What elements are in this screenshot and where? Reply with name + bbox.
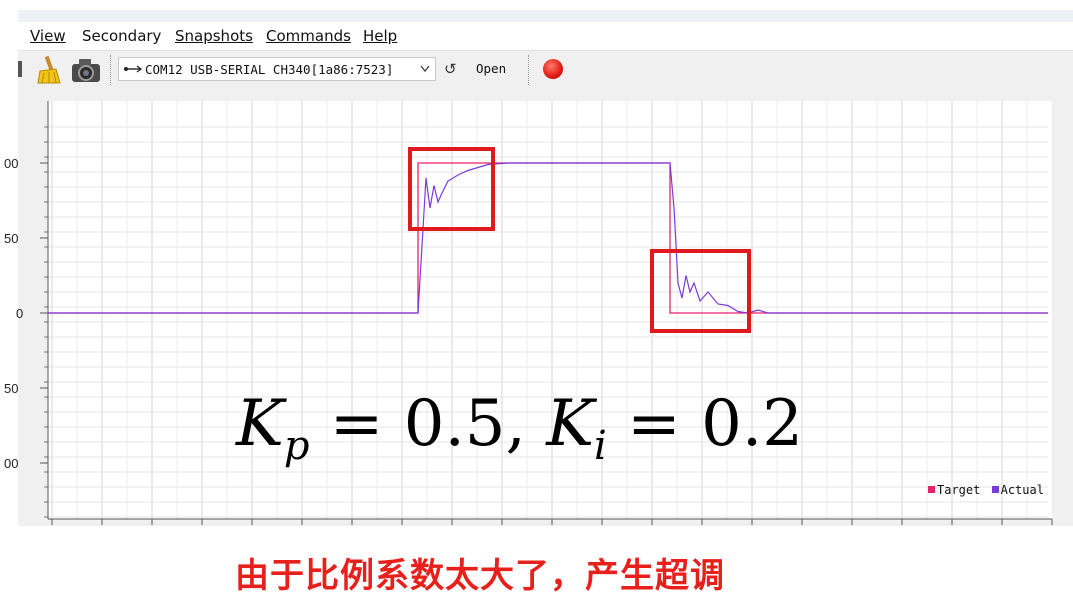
chart-legend: Target Actual [928, 483, 1044, 497]
y-tick-label: 00 [4, 156, 19, 171]
toolbar-separator [110, 55, 111, 85]
legend-label-target: Target [937, 483, 981, 497]
port-select[interactable]: COM12 USB-SERIAL CH340[1a86:7523] [118, 57, 436, 81]
menu-view[interactable]: View [30, 27, 66, 45]
legend-label-actual: Actual [1000, 483, 1044, 497]
legend-swatch-actual [991, 486, 999, 493]
y-tick-label: 0 [16, 306, 24, 321]
chevron-down-icon [420, 65, 430, 73]
toolbar-separator [528, 55, 529, 85]
y-tick-label: 00 [4, 456, 19, 471]
y-tick-label: 50 [4, 381, 19, 396]
overshoot-caption: 由于比例系数太大了，产生超调 [235, 556, 725, 596]
legend-swatch-target [928, 486, 935, 493]
menu-commands[interactable]: Commands [266, 27, 351, 45]
toolbar: COM12 USB-SERIAL CH340[1a86:7523] ↺ Open [18, 50, 1073, 90]
menu-bar: View Secondary Snapshots Commands Help [18, 22, 1073, 50]
port-select-value: COM12 USB-SERIAL CH340[1a86:7523] [145, 62, 394, 77]
menu-snapshots[interactable]: Snapshots [175, 27, 253, 45]
toolbar-edge-icon [18, 61, 22, 77]
pid-formula: Kp = 0.5, Ki = 0.2 [236, 387, 803, 469]
camera-icon[interactable] [70, 56, 102, 84]
y-tick-label: 50 [4, 231, 19, 246]
usb-icon [124, 65, 142, 73]
open-button[interactable]: Open [476, 61, 506, 76]
title-strip [18, 10, 1073, 22]
menu-help[interactable]: Help [363, 27, 397, 45]
record-icon[interactable] [543, 59, 563, 79]
menu-secondary[interactable]: Secondary [82, 27, 161, 45]
broom-icon[interactable] [34, 55, 64, 85]
refresh-icon[interactable]: ↺ [444, 60, 457, 78]
